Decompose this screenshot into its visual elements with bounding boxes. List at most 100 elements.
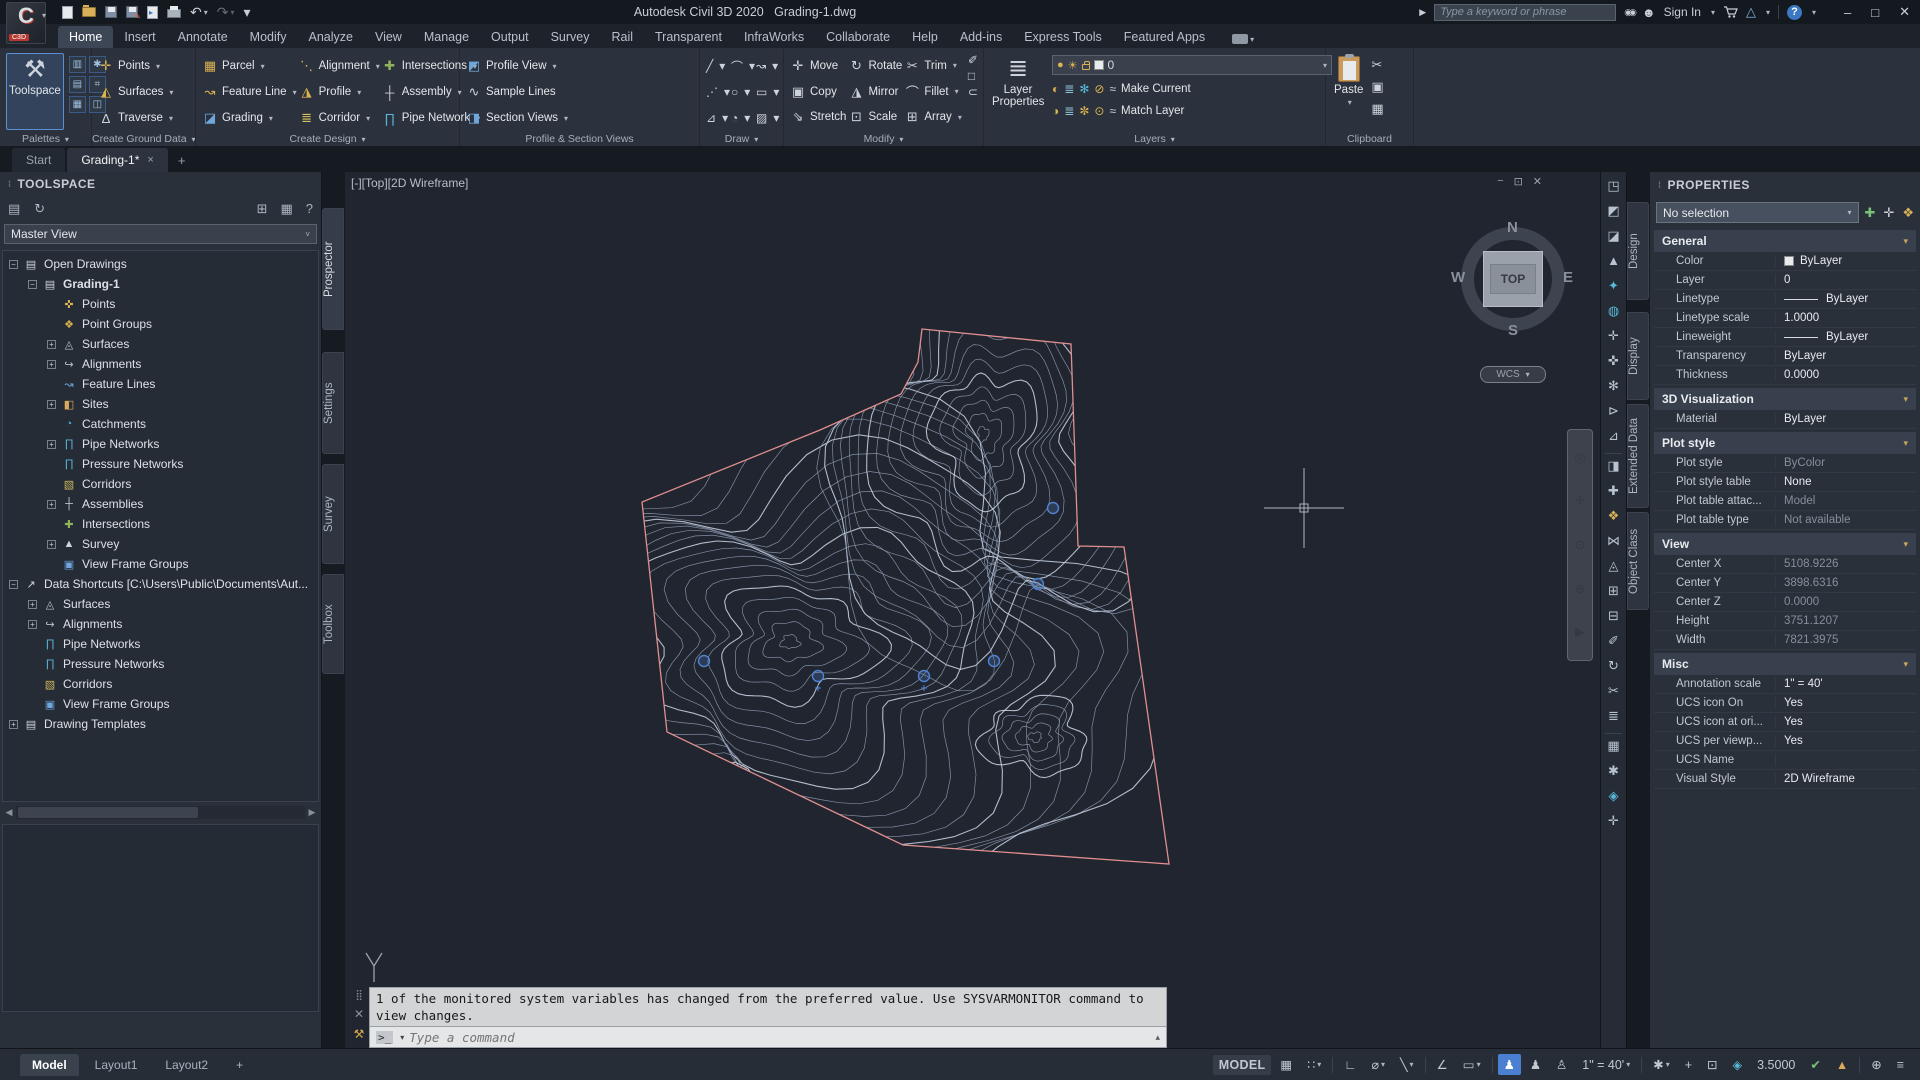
search-icon[interactable]: ◉◉ <box>1624 7 1634 18</box>
palette-tool-icon-1[interactable]: ▥ <box>69 56 86 73</box>
toolspace-tab-toolbox[interactable]: Toolbox <box>322 574 344 674</box>
layer-match-layer-button[interactable]: Match Layer <box>1121 105 1184 117</box>
cart-icon[interactable] <box>1723 6 1738 19</box>
side-tool-icon-21[interactable]: ↻ <box>1608 658 1619 679</box>
user-icon[interactable]: ☻ <box>1642 5 1656 20</box>
new-file-tab-button[interactable]: + <box>170 149 194 172</box>
side-tool-icon-17[interactable]: ◬ <box>1609 558 1619 579</box>
tree-item-points[interactable]: ✜Points <box>3 294 318 314</box>
command-customize-icon[interactable]: ⚒ <box>354 1027 365 1041</box>
status-annotation-scale-value[interactable]: 1" = 40'▾ <box>1576 1055 1636 1075</box>
selection-type-combo[interactable]: No selection ▾ <box>1656 202 1859 223</box>
command-close-icon[interactable]: ✕ <box>354 1007 364 1021</box>
tree-expander-icon[interactable]: + <box>28 620 37 629</box>
a360-arrow-icon[interactable]: ▾ <box>1766 8 1770 17</box>
properties-section-3d-visualization[interactable]: 3D Visualization▾ <box>1654 388 1916 410</box>
layer-tool-icon-row1-2[interactable]: ≣ <box>1064 82 1074 96</box>
menu-tab-annotate[interactable]: Annotate <box>167 26 239 48</box>
tree-expander-icon[interactable]: + <box>47 360 56 369</box>
survey-point-marker[interactable] <box>1033 579 1044 590</box>
layout-tab-layout1[interactable]: Layout1 <box>83 1054 150 1076</box>
contour-line[interactable] <box>953 400 1014 478</box>
property-value[interactable]: 1.0000 <box>1776 312 1916 324</box>
side-tool-icon-18[interactable]: ⊞ <box>1608 583 1619 604</box>
status-annotation-allscales-icon[interactable]: ♙ <box>1550 1054 1573 1075</box>
layer-tool-icon-row2-1[interactable]: ◑ <box>1052 104 1059 118</box>
contour-line[interactable] <box>858 277 1110 589</box>
status-object-snap-icon[interactable]: ▭▾ <box>1457 1054 1487 1075</box>
status-graphics-performance-icon[interactable]: ✔ <box>1804 1054 1826 1075</box>
toolspace-tab-settings[interactable]: Settings <box>322 352 344 454</box>
side-tool-icon-4[interactable]: ▲ <box>1607 253 1620 274</box>
panel-label-create-design[interactable]: Create Design ▾ <box>196 133 459 145</box>
draw-tool-9[interactable]: ▨▾ <box>756 105 781 131</box>
layer-properties-button[interactable]: ≣ Layer Properties <box>990 53 1046 130</box>
sign-in-arrow-icon[interactable]: ▾ <box>1711 8 1715 17</box>
properties-grip-icon[interactable]: ⁞ <box>1658 180 1662 190</box>
property-value[interactable]: 2D Wireframe <box>1776 773 1916 785</box>
status-object-snap-tracking-icon[interactable]: ∠ <box>1431 1054 1454 1075</box>
section-collapse-icon[interactable]: ▾ <box>1903 236 1908 247</box>
property-value[interactable]: ByLayer <box>1776 413 1916 425</box>
ribbon-item-fillet[interactable]: ⌒Fillet▾ <box>904 79 962 105</box>
command-grip-icon[interactable]: ⣿ <box>355 990 362 1001</box>
ribbon-item-grading[interactable]: ◪Grading▾ <box>202 105 297 131</box>
panel-label-create-ground-data[interactable]: Create Ground Data ▾ <box>92 133 195 145</box>
properties-section-general[interactable]: General▾ <box>1654 230 1916 252</box>
minimize-button[interactable]: – <box>1838 5 1857 20</box>
tree-expander-icon[interactable]: + <box>47 500 56 509</box>
compass-west[interactable]: W <box>1451 269 1465 286</box>
draw-tool-6[interactable]: ▭▾ <box>756 79 781 105</box>
menu-tab-insert[interactable]: Insert <box>113 26 166 48</box>
ribbon-item-parcel[interactable]: ▦Parcel▾ <box>202 53 297 79</box>
layer-make-current-button[interactable]: Make Current <box>1121 83 1191 95</box>
tree-expander-icon[interactable]: − <box>28 280 37 289</box>
tree-item-surfaces[interactable]: +◬Surfaces <box>3 594 318 614</box>
ribbon-item-array[interactable]: ⊞Array▾ <box>904 104 962 130</box>
ribbon-item-corridor[interactable]: ≣Corridor▾ <box>299 105 380 131</box>
side-tool-icon-23[interactable]: ≣ <box>1608 708 1619 729</box>
paste-special-icon[interactable]: ▦ <box>1371 101 1383 117</box>
survey-point-marker[interactable] <box>813 671 824 682</box>
section-collapse-icon[interactable]: ▾ <box>1903 659 1908 670</box>
tree-item-alignments[interactable]: +↪Alignments <box>3 614 318 634</box>
draw-tool-1[interactable]: ╱▾ <box>706 53 731 79</box>
zoom-icon[interactable]: ⊙ <box>1575 537 1586 553</box>
compass-north[interactable]: N <box>1507 219 1518 236</box>
properties-tab-display[interactable]: Display <box>1627 312 1649 400</box>
status-clean-screen-icon[interactable]: ⊕ <box>1865 1054 1887 1075</box>
status-annotation-visibility-icon[interactable]: ♟ <box>1498 1054 1521 1075</box>
ribbon-item-stretch[interactable]: ⇘Stretch <box>790 104 846 130</box>
property-value[interactable]: 1" = 40' <box>1776 678 1916 690</box>
draw-tool-7[interactable]: ⊿▾ <box>706 105 731 131</box>
contour-line[interactable] <box>888 329 1067 555</box>
status-customization-icon[interactable]: + <box>1679 1055 1698 1075</box>
contour-line[interactable] <box>722 586 892 707</box>
tree-item-intersections[interactable]: ✚Intersections <box>3 514 318 534</box>
tree-expander-icon[interactable]: + <box>47 400 56 409</box>
panel-label-draw[interactable]: Draw ▾ <box>700 133 783 145</box>
side-tool-icon-10[interactable]: ⊳ <box>1608 403 1619 424</box>
contour-line[interactable] <box>735 597 869 691</box>
menu-tab-collaborate[interactable]: Collaborate <box>815 26 901 48</box>
section-collapse-icon[interactable]: ▾ <box>1903 539 1908 550</box>
draw-tool-5[interactable]: ○▾ <box>731 79 756 105</box>
tree-item-view-frame-groups[interactable]: ▣View Frame Groups <box>3 554 318 574</box>
palette-tool-icon-5[interactable]: ▦ <box>69 96 86 113</box>
side-tool-icon-16[interactable]: ⋈ <box>1607 533 1620 554</box>
command-recent-arrow-icon[interactable]: ▾ <box>400 1033 404 1042</box>
side-tool-icon-2[interactable]: ◩ <box>1607 203 1619 224</box>
app-menu-arrow-icon[interactable]: ▾ <box>42 11 46 20</box>
tree-expander-icon[interactable]: − <box>9 580 18 589</box>
property-value[interactable]: ByLayer <box>1776 293 1916 305</box>
side-tool-icon-13[interactable]: ◨ <box>1607 458 1619 479</box>
status-model-space-toggle[interactable]: MODEL <box>1213 1055 1272 1075</box>
properties-section-misc[interactable]: Misc▾ <box>1654 653 1916 675</box>
toolspace-view-selector[interactable]: Master View ˅ <box>4 224 317 244</box>
tree-item-assemblies[interactable]: +┼Assemblies <box>3 494 318 514</box>
paste-button[interactable]: Paste ▾ <box>1332 53 1365 130</box>
status-annotation-autoscale-icon[interactable]: ♟ <box>1524 1054 1547 1075</box>
side-tool-icon-28[interactable]: ✛ <box>1608 813 1619 834</box>
properties-tab-design[interactable]: Design <box>1627 202 1649 300</box>
section-collapse-icon[interactable]: ▾ <box>1903 438 1908 449</box>
